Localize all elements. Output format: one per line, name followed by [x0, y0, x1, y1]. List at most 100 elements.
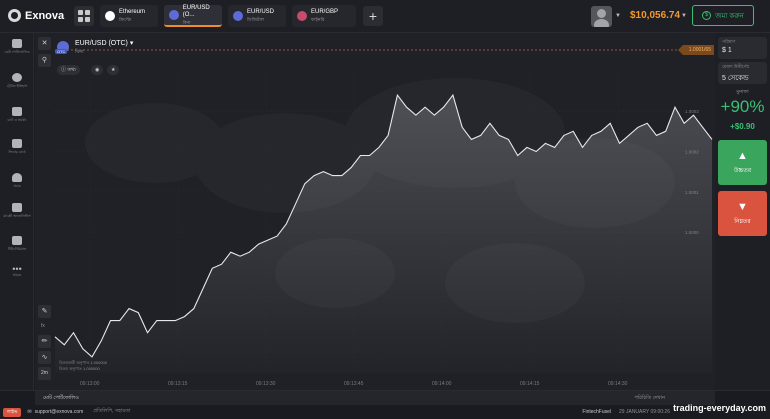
trophy-icon [12, 139, 22, 148]
trade-panel: পরিমাণ $ 1 মেয়াদ উত্তীর্ণের 5 সেকেন্ড ম… [715, 33, 770, 390]
wave-icon[interactable]: ∿ [38, 351, 51, 364]
sidebar-item-history[interactable]: ট্রেডিং ইতিহাস [0, 73, 34, 88]
sidebar-item-more[interactable]: •••আরও [0, 265, 34, 277]
tab-eurusd[interactable]: EUR/USDডিজিটাল [228, 5, 286, 27]
sidebar-item-analysis[interactable]: মার্কেট অ্যানালিসিস [0, 203, 34, 218]
sidebar-item-label: টিউটোরিয়াল [0, 247, 34, 251]
chevron-down-icon[interactable]: ▼ [615, 13, 621, 19]
add-tab-button[interactable]: + [363, 6, 383, 26]
otc-badge: OTC [55, 49, 67, 54]
tab-sub: ডিজিটাল [247, 16, 274, 23]
pin-icon[interactable]: ⚲ [38, 54, 51, 67]
tab-name: EUR/GBP [311, 9, 338, 16]
sidebar-item-label: আরও [0, 273, 34, 277]
asset-selector[interactable]: EUR/USD (OTC) ▾ [75, 39, 133, 47]
tab-ethereum[interactable]: Ethereumক্রিপ্টো [100, 5, 158, 27]
x-tick-label: 09:14:30 [608, 381, 628, 387]
draw-tool-icon[interactable]: ✎ [38, 305, 51, 318]
footer-links[interactable]: প্রতিলিপি, সহায়তা [93, 408, 130, 416]
price-chart[interactable]: 1.00031.00021.00011.000009:13:0009:13:15… [35, 33, 715, 390]
bottom-bar: মোট পোর্টফোলিও পরিচিতি দেখান লাইভ ✉ supp… [0, 390, 770, 418]
deposit-label: জমা করুন [715, 10, 744, 22]
tab-name: Ethereum [119, 9, 145, 16]
sidebar-item-leaderboard[interactable]: লিডার বোর্ড [0, 139, 34, 154]
avatar[interactable] [591, 6, 612, 27]
portfolio-toggle[interactable]: পরিচিতি দেখান [634, 391, 665, 405]
expiry-value[interactable]: 5 সেকেন্ড [722, 72, 763, 84]
x-tick-label: 09:13:30 [256, 381, 276, 387]
higher-button[interactable]: ▲ উচ্চতর [718, 140, 767, 185]
expiry-field[interactable]: মেয়াদ উত্তীর্ণের 5 সেকেন্ড [718, 62, 767, 84]
asset-name: EUR/USD (OTC) [75, 40, 128, 47]
more-icon: ••• [0, 265, 34, 273]
trend-up-icon: ▲ [737, 150, 748, 162]
fire-icon [12, 173, 22, 182]
x-tick-label: 09:13:45 [344, 381, 364, 387]
footer-time: 29 JANUARY 09:00:26 [619, 409, 670, 415]
sidebar-item-label: চ্যাট ও সমর্থন [0, 118, 34, 122]
app-name: Exnova [25, 10, 64, 22]
chart-legend: বিক্রয়কারী অনুপাত 1.000000 বিক্রয় অনুপ… [59, 360, 107, 372]
sidebar-item-chat[interactable]: চ্যাট ও সমর্থন [0, 107, 34, 122]
asset-sub: বিনা [75, 49, 84, 57]
tab-sub: ফাইনরি [311, 16, 338, 23]
chart-icon [12, 203, 22, 212]
higher-label: উচ্চতর [734, 165, 751, 176]
sidebar: মোট পোর্টফোলিও ট্রেডিং ইতিহাস চ্যাট ও সম… [0, 33, 34, 390]
sidebar-item-label: প্রচার [0, 184, 34, 188]
close-icon[interactable]: ✕ [38, 37, 51, 50]
watermark: trading-everyday.com [673, 403, 766, 413]
top-bar: Exnova Ethereumক্রিপ্টো EUR/USD (O...বিন… [0, 0, 770, 33]
expiry-label: মেয়াদ উত্তীর্ণের [722, 64, 763, 71]
tab-sub: ক্রিপ্টো [119, 16, 145, 23]
balance[interactable]: $10,056.74 [630, 10, 680, 21]
tab-sub: বিনা [183, 19, 222, 26]
info-button[interactable]: ⓘ তথ্য [57, 65, 80, 75]
y-tick-label: 1.0003 [685, 109, 699, 114]
payout-amount: +$0.90 [715, 122, 770, 131]
eurusd-icon [169, 10, 179, 20]
fx-icon[interactable]: fx [41, 323, 45, 329]
info-label: তথ্য [67, 67, 75, 73]
mail-icon: ✉ [27, 409, 31, 415]
amount-label: পরিমাণ [722, 39, 763, 46]
briefcase-icon [12, 39, 22, 48]
chat-icon [12, 107, 22, 116]
sidebar-item-promo[interactable]: প্রচার [0, 173, 34, 188]
timeframe-button[interactable]: 2m [38, 367, 51, 380]
x-tick-label: 09:13:00 [80, 381, 100, 387]
sidebar-item-label: লিডার বোর্ড [0, 150, 34, 154]
legend-line-2: বিক্রয় অনুপাত 1.000000 [59, 366, 107, 372]
ethereum-icon [105, 11, 115, 21]
payout-percent: +90% [715, 97, 770, 117]
tab-name: EUR/USD (O... [183, 5, 222, 19]
sidebar-item-portfolio[interactable]: মোট পোর্টফোলিও [0, 39, 34, 54]
lower-button[interactable]: ▼ নিম্নতর [718, 191, 767, 236]
live-badge: লাইভ [3, 408, 21, 417]
pencil-icon[interactable]: ✏ [38, 335, 51, 348]
graduation-icon [12, 236, 22, 245]
current-price-tag: 1.0001/65 [678, 45, 714, 55]
tab-eurusd-otc[interactable]: EUR/USD (O...বিনা [164, 5, 222, 27]
logo[interactable]: Exnova [8, 9, 64, 22]
chevron-down-icon[interactable]: ▼ [681, 13, 687, 19]
amount-value[interactable]: $ 1 [722, 47, 763, 54]
amount-field[interactable]: পরিমাণ $ 1 [718, 37, 767, 59]
chart-canvas[interactable]: 1.00031.00021.00011.000009:13:0009:13:15… [35, 33, 715, 390]
x-tick-label: 09:13:15 [168, 381, 188, 387]
eurusd-icon [233, 11, 243, 21]
tab-eurgbp[interactable]: EUR/GBPফাইনরি [292, 5, 356, 27]
clock-icon [12, 73, 22, 82]
status-bar: লাইভ ✉ support@exnova.com প্রতিলিপি, সহা… [0, 405, 770, 419]
lower-label: নিম্নতর [734, 216, 750, 227]
bell-icon[interactable]: ◉ [91, 65, 103, 75]
sidebar-item-label: মার্কেট অ্যানালিসিস [0, 214, 34, 218]
fintech-label: FintechFusel [582, 409, 611, 415]
sidebar-item-tutorial[interactable]: টিউটোরিয়াল [0, 236, 34, 251]
sidebar-item-label: ট্রেডিং ইতিহাস [0, 84, 34, 88]
portfolio-bar[interactable]: মোট পোর্টফোলিও পরিচিতি দেখান [35, 391, 715, 405]
tab-name: EUR/USD [247, 9, 274, 16]
asset-grid-button[interactable] [74, 6, 94, 26]
deposit-button[interactable]: $ জমা করুন [692, 5, 754, 26]
support-email[interactable]: support@exnova.com [35, 409, 84, 415]
